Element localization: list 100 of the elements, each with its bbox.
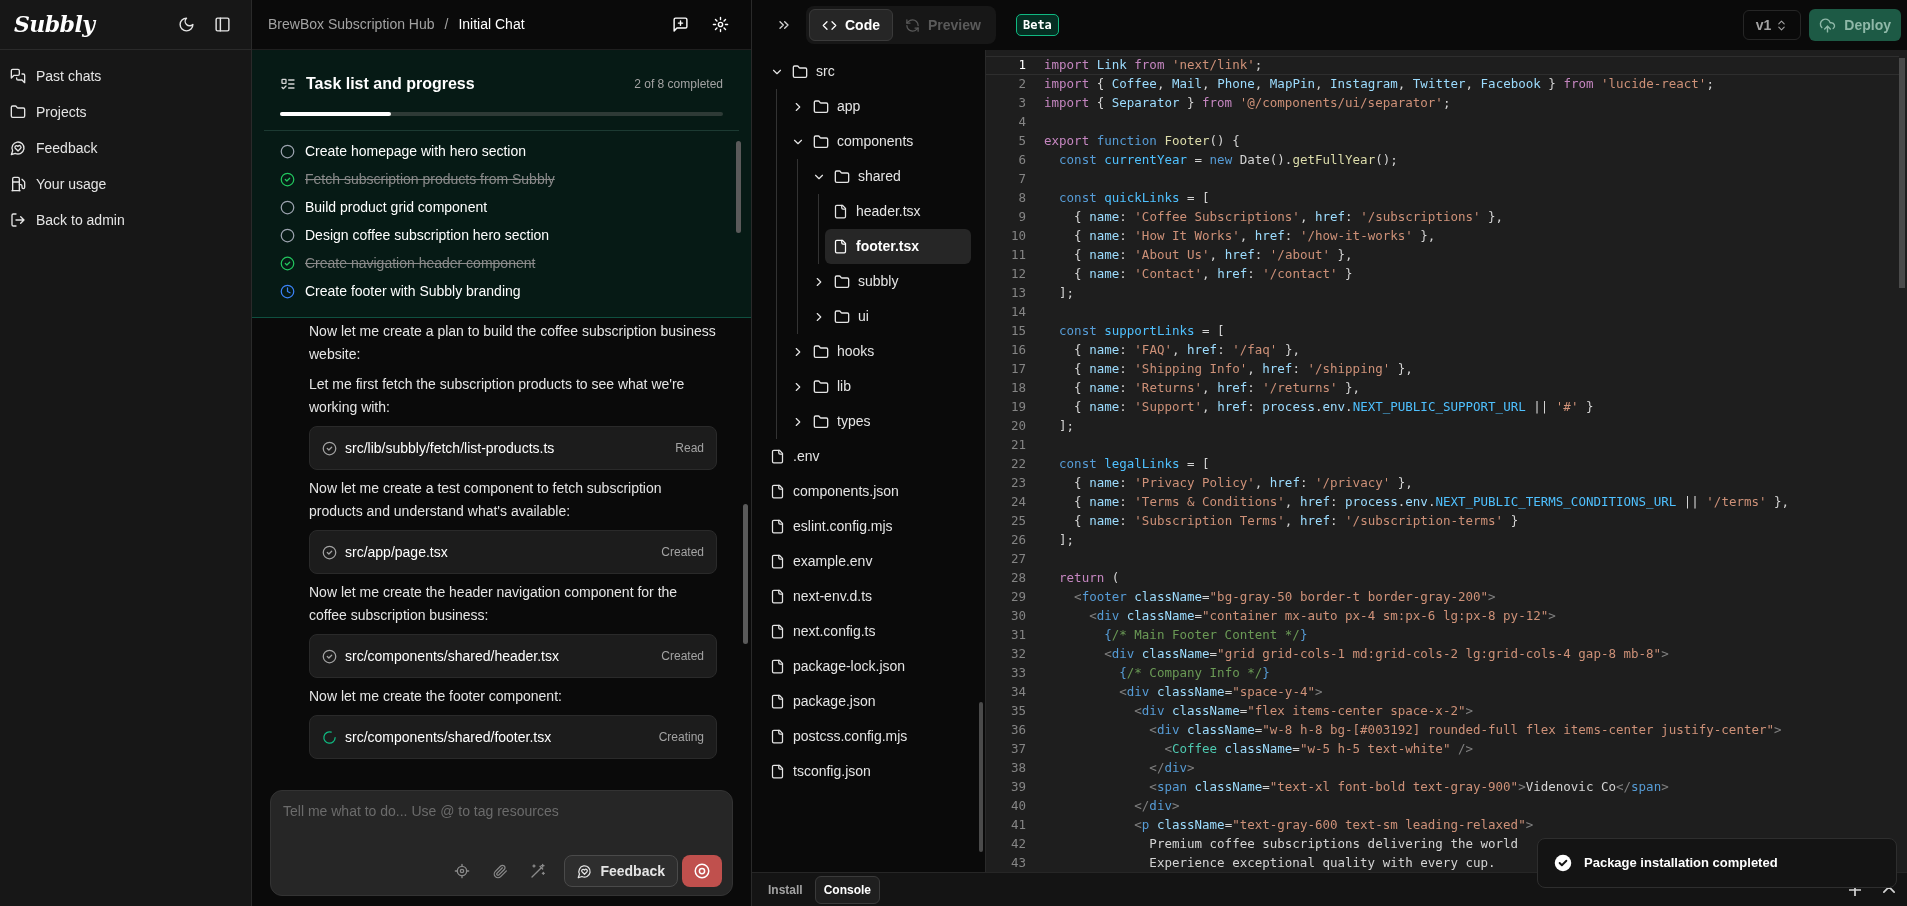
- task-label: Build product grid component: [305, 197, 488, 217]
- line-number: 31: [1009, 626, 1027, 645]
- checklist-icon: [280, 76, 296, 92]
- chat-message: Now let me create the footer component:: [309, 687, 563, 706]
- paperclip-icon: [492, 863, 508, 879]
- chat-message: Now let me create a plan to build the coffee subscription business website:: [309, 322, 717, 364]
- logout-icon: [10, 212, 26, 228]
- view-tab[interactable]: Code: [809, 9, 893, 41]
- file-tree-item[interactable]: package.json: [762, 684, 971, 719]
- file-action-card[interactable]: src/app/page.tsx Created: [309, 530, 717, 574]
- file-tree-item[interactable]: shared: [804, 159, 971, 194]
- line-number: 17: [1009, 360, 1027, 379]
- file-action-card[interactable]: src/components/shared/footer.tsx Creating: [309, 715, 717, 759]
- feedback-button[interactable]: Feedback: [564, 855, 678, 887]
- sidebar-item[interactable]: Back to admin: [0, 202, 251, 238]
- line-number: 19: [1009, 398, 1027, 417]
- line-number: 13: [1009, 284, 1027, 303]
- code-line: { name: 'Coffee Subscriptions', href: '/subscriptions' },: [1073, 208, 1504, 227]
- folder-icon: [834, 308, 850, 325]
- file-tree-item[interactable]: tsconfig.json: [762, 754, 971, 789]
- deploy-button[interactable]: Deploy: [1809, 9, 1901, 41]
- line-number: 3: [1017, 94, 1027, 113]
- folder-icon: [792, 63, 808, 80]
- file-tree-item[interactable]: next.config.ts: [762, 614, 971, 649]
- code-line: { name: 'Support', href: process.env.NEXT_PUBLIC_SUPPORT_URL || '#' }: [1073, 398, 1594, 417]
- file-action-card[interactable]: src/lib/subbly/fetch/list-products.ts Read: [309, 426, 717, 470]
- chevron-up-icon[interactable]: [1883, 886, 1895, 893]
- line-number: 40: [1009, 797, 1027, 816]
- line-number: 27: [1009, 550, 1027, 569]
- code-line: { name: 'Returns', href: '/returns' },: [1073, 379, 1361, 398]
- code-line: export function Footer() {: [1044, 132, 1240, 151]
- file-tree-item[interactable]: footer.tsx: [825, 229, 971, 264]
- code-line: const supportLinks = [: [1058, 322, 1225, 341]
- code-line: { name: 'Privacy Policy', href: '/privacy' },: [1073, 474, 1413, 493]
- code-line: <div className="space-y-4">: [1118, 683, 1323, 702]
- task-label: Fetch subscription products from Subbly: [305, 169, 555, 189]
- chat-input[interactable]: Tell me what to do... Use @ to tag resources Feedback: [270, 790, 733, 896]
- feedback-icon: [10, 140, 26, 156]
- file-tree-item[interactable]: app: [783, 89, 971, 124]
- code-line: {/* Company Info */}: [1118, 664, 1270, 683]
- file-tree-item[interactable]: components: [783, 124, 971, 159]
- scrollbar-thumb[interactable]: [735, 141, 741, 233]
- code-line: return (: [1058, 569, 1120, 588]
- file-tree-item[interactable]: .env: [762, 439, 971, 474]
- code-line: { name: 'Shipping Info', href: '/shipping' },: [1073, 360, 1413, 379]
- code-line: <p className="text-gray-600 text-sm leading-relaxed">: [1133, 816, 1534, 835]
- line-number: 21: [1009, 436, 1027, 455]
- file-tree-item[interactable]: next-env.d.ts: [762, 579, 971, 614]
- line-number: 16: [1009, 341, 1027, 360]
- breadcrumb-link[interactable]: BrewBox Subscription Hub: [268, 14, 435, 35]
- file-tree-item[interactable]: ui: [804, 299, 971, 334]
- file-tree-item[interactable]: postcss.config.mjs: [762, 719, 971, 754]
- sidebar-item[interactable]: Feedback: [0, 130, 251, 166]
- line-number: 5: [1017, 132, 1027, 151]
- beta-badge: Beta: [1015, 14, 1059, 36]
- file-tree-item[interactable]: components.json: [762, 474, 971, 509]
- task-panel-title: Task list and progress: [306, 74, 475, 94]
- code-line: Experience exceptional quality with every cup.: [1148, 854, 1496, 872]
- file-icon: [770, 764, 785, 779]
- file-tree-item[interactable]: lib: [783, 369, 971, 404]
- file-tree-item[interactable]: src: [762, 54, 971, 89]
- file-tree-item[interactable]: example.env: [762, 544, 971, 579]
- panel-tab[interactable]: Console: [814, 875, 881, 904]
- sidebar-item[interactable]: Past chats: [0, 58, 251, 94]
- file-tree-item[interactable]: subbly: [804, 264, 971, 299]
- line-number: 29: [1009, 588, 1027, 607]
- file-tree-item[interactable]: hooks: [783, 334, 971, 369]
- scrollbar-thumb[interactable]: [979, 702, 983, 852]
- file-action-card[interactable]: src/components/shared/header.tsx Created: [309, 634, 717, 678]
- file-tree-item[interactable]: types: [783, 404, 971, 439]
- code-line: </div>: [1148, 759, 1195, 778]
- sidebar-icon: [213, 16, 231, 33]
- folder-icon: [834, 168, 850, 185]
- line-number: 12: [1009, 265, 1027, 284]
- moon-icon: [177, 16, 195, 33]
- breadcrumb-current: Initial Chat: [458, 15, 525, 34]
- line-number: 28: [1009, 569, 1027, 588]
- sidebar-item[interactable]: Projects: [0, 94, 251, 130]
- task-label: Create footer with Subbly branding: [305, 281, 521, 301]
- line-number: 36: [1009, 721, 1027, 740]
- sidebar-item[interactable]: Your usage: [0, 166, 251, 202]
- task-label: Create navigation header component: [305, 253, 536, 273]
- record-icon: [693, 862, 711, 880]
- code-line: const quickLinks = [: [1058, 189, 1210, 208]
- version-select[interactable]: v1: [1742, 10, 1802, 40]
- line-number: 39: [1009, 778, 1027, 797]
- code-line: </div>: [1133, 797, 1180, 816]
- folder-icon: [813, 133, 829, 150]
- code-line: <div className="container mx-auto px-4 sm:px-6 lg:px-8 py-12">: [1088, 607, 1556, 626]
- file-tree-item[interactable]: header.tsx: [825, 194, 971, 229]
- line-number: 34: [1009, 683, 1027, 702]
- file-icon: [833, 204, 848, 219]
- file-tree-item[interactable]: package-lock.json: [762, 649, 971, 684]
- chat-message: Let me first fetch the subscription products to see what we're working with:: [309, 375, 686, 417]
- scrollbar-thumb[interactable]: [743, 504, 748, 644]
- file-tree-item[interactable]: eslint.config.mjs: [762, 509, 971, 544]
- scrollbar-thumb[interactable]: [1899, 58, 1905, 288]
- file-path: src/app/page.tsx: [345, 542, 448, 562]
- stop-button[interactable]: [682, 855, 722, 887]
- panel-tab[interactable]: Install: [760, 875, 811, 904]
